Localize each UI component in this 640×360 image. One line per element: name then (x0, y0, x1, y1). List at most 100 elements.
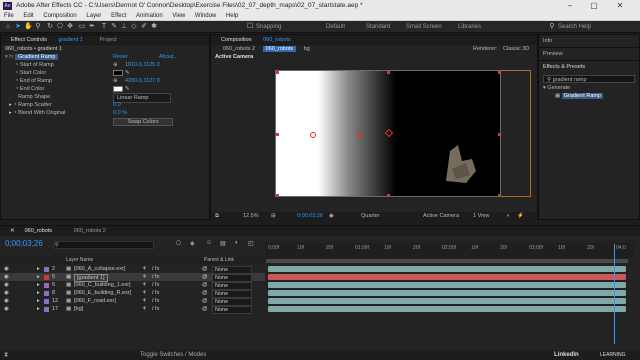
expand-arrow-icon[interactable]: ▸ (37, 297, 40, 305)
layer-name[interactable]: [060_E_building_R.exr] (74, 289, 131, 297)
visibility-eye-icon[interactable]: ◉ (4, 265, 9, 273)
grid-icon[interactable]: ⊞ (271, 212, 276, 221)
resolution-dropdown[interactable]: Quarter (361, 212, 380, 221)
rectangle-tool-icon[interactable]: ▭ (78, 23, 86, 31)
eyedropper-icon[interactable]: ✎ (125, 85, 130, 93)
snapshot-icon[interactable]: ◉ (329, 212, 334, 221)
shy-switch-icon[interactable]: ⚘ (142, 265, 147, 273)
prop-value-start[interactable]: 1610.0,1125.0 (125, 61, 160, 69)
effects-search-input[interactable]: ⚲ gradient ramp (543, 75, 635, 83)
work-area-bar[interactable] (266, 259, 628, 263)
layer-row[interactable]: ◉ ▸ 12 ▦ [060_F_road.exr] ⚘ / fx @ None (0, 297, 265, 306)
playhead[interactable] (614, 244, 615, 344)
tab-effect-controls[interactable]: Effect Controls gradient 1 (1, 35, 93, 45)
home-icon[interactable]: ⌂ (4, 23, 12, 31)
zoom-tool-icon[interactable]: ⚲ (34, 23, 42, 31)
shy-switch-icon[interactable]: ⚘ (142, 297, 147, 305)
effect-row-gradient-ramp[interactable]: ▾ fx Gradient Ramp Reset About... (1, 53, 209, 61)
layer-row[interactable]: ◉ ▸ 5 ▦ [gradient 1] ⚘ / fx @ None (0, 273, 265, 282)
type-tool-icon[interactable]: T (100, 23, 108, 31)
menu-effect[interactable]: Effect (107, 12, 130, 21)
draft-3d-icon[interactable]: ◈ (190, 240, 195, 247)
comp-mini-flowchart-icon[interactable]: ⎔ (176, 240, 181, 247)
workspace-standard[interactable]: Standard (366, 23, 390, 31)
menu-animation[interactable]: Animation (132, 12, 167, 21)
motion-blur-icon[interactable]: ◑ (234, 240, 238, 246)
preview-panel-tab[interactable]: Preview (539, 48, 639, 61)
layer-row[interactable]: ◉ ▸ 6 ▦ [060_C_building_1.exr] ⚘ / fx @ None (0, 281, 265, 290)
layer-handle[interactable] (276, 194, 279, 196)
parent-pickwhip-icon[interactable]: @ (202, 265, 208, 273)
crosshair-icon[interactable]: ⊕ (113, 61, 118, 69)
expand-arrow-icon[interactable]: ▸ (37, 289, 40, 297)
layer-duration-bar[interactable] (268, 282, 626, 288)
layer-handle[interactable] (387, 194, 390, 196)
prop-value-end[interactable]: 4200.0,1127.0 (125, 77, 160, 85)
effects-category-generate[interactable]: ▾ Generate (539, 84, 639, 92)
menu-layer[interactable]: Layer (82, 12, 105, 21)
search-icon[interactable]: ⚲ (548, 23, 556, 31)
start-color-swatch[interactable] (113, 70, 123, 76)
camera-tool-icon[interactable]: ⎔ (56, 23, 64, 31)
menu-edit[interactable]: Edit (19, 12, 37, 21)
label-color-swatch[interactable] (44, 299, 49, 304)
clone-stamp-tool-icon[interactable]: ⊥ (120, 23, 128, 31)
ramp-start-point[interactable] (310, 132, 316, 138)
reset-link[interactable]: Reset (113, 53, 127, 61)
visibility-eye-icon[interactable]: ◉ (4, 305, 9, 313)
tab-timeline-060-robots-2[interactable]: 060_robots 2 (64, 226, 116, 236)
snapping-checkbox-icon[interactable]: ☐ (246, 23, 254, 31)
layer-name[interactable]: [060_C_building_1.exr] (74, 281, 131, 289)
composition-viewer[interactable] (275, 70, 501, 197)
menu-file[interactable]: File (0, 12, 18, 21)
breadcrumb-item[interactable]: 060_robots 2 (223, 46, 255, 52)
close-icon[interactable]: ✕ (610, 0, 630, 12)
layer-duration-bar[interactable] (268, 306, 626, 312)
layer-name[interactable]: [060_F_road.exr] (74, 297, 116, 305)
search-help-input[interactable]: Search Help (558, 23, 591, 31)
menu-view[interactable]: View (168, 12, 189, 21)
maximize-icon[interactable]: ▢ (584, 0, 604, 12)
current-time-display[interactable]: 0;00;03;26 (5, 239, 43, 248)
graph-editor-icon[interactable]: ◰ (248, 240, 254, 247)
layer-handle[interactable] (387, 71, 390, 74)
zoom-dropdown[interactable]: 12.5% (243, 212, 259, 221)
prop-value-scatter[interactable]: 0.0 (113, 101, 121, 109)
label-color-swatch[interactable] (44, 267, 49, 272)
layer-handle[interactable] (276, 133, 279, 136)
parent-pickwhip-icon[interactable]: @ (202, 297, 208, 305)
selection-tool-icon[interactable]: ➤ (14, 23, 22, 31)
layer-duration-bar[interactable] (268, 274, 626, 280)
workspace-libraries[interactable]: Libraries (458, 23, 481, 31)
expand-arrow-icon[interactable]: ▸ (9, 102, 12, 108)
label-color-swatch[interactable] (44, 307, 49, 312)
render-time-icon[interactable]: ⧗ (4, 350, 8, 360)
shy-switch-icon[interactable]: ⚘ (142, 281, 147, 289)
fx-switch-icon[interactable]: / fx (152, 281, 159, 289)
crosshair-icon[interactable]: ⊕ (113, 77, 118, 85)
prop-value-blend[interactable]: 0.0 % (113, 109, 127, 117)
shy-switch-icon[interactable]: ⚘ (142, 305, 147, 313)
visibility-eye-icon[interactable]: ◉ (4, 289, 9, 297)
stopwatch-icon[interactable]: ◔ (15, 86, 18, 92)
workspace-small-screen[interactable]: Small Screen (406, 23, 442, 31)
layer-name[interactable]: [bg] (74, 305, 83, 313)
fx-switch-icon[interactable]: / fx (152, 273, 159, 281)
workspace-default[interactable]: Default (326, 23, 345, 31)
timeline-search-input[interactable]: ⚲ (54, 241, 154, 249)
time-ruler[interactable]: 0;00f 10f 20f 01;00f 10f 20f 02;00f 10f 20f 03;00… (266, 243, 634, 259)
pan-behind-tool-icon[interactable]: ✥ (66, 23, 74, 31)
layer-row[interactable]: ◉ ▸ 17 ▦ [bg] ⚘ / fx @ None (0, 305, 265, 314)
visibility-eye-icon[interactable]: ◉ (4, 297, 9, 305)
stopwatch-icon[interactable]: ◔ (15, 70, 18, 76)
info-panel-tab[interactable]: Info (539, 35, 639, 48)
breadcrumb-item[interactable]: bg (304, 46, 310, 52)
toggle-switches-modes[interactable]: Toggle Switches / Modes (140, 350, 206, 360)
shy-switch-icon[interactable]: ⚘ (142, 289, 147, 297)
breadcrumb-item[interactable]: 060_robots (262, 46, 297, 52)
fx-switch-icon[interactable]: / fx (152, 265, 159, 273)
roto-brush-tool-icon[interactable]: ✐ (140, 23, 148, 31)
ramp-mid-point[interactable] (356, 132, 362, 138)
close-icon[interactable]: ✕ (5, 226, 20, 236)
parent-pickwhip-icon[interactable]: @ (202, 289, 208, 297)
